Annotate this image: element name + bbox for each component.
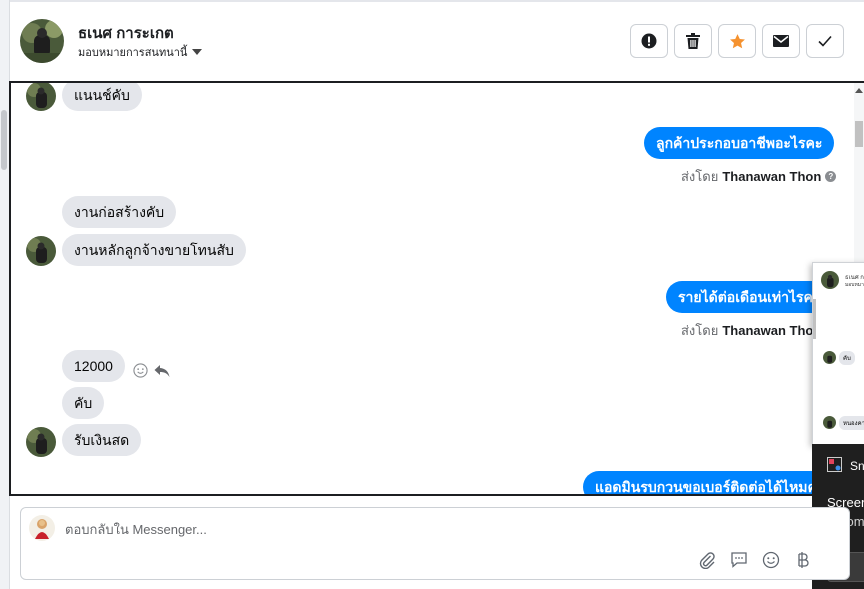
star-button[interactable] [718, 24, 756, 58]
assign-label: มอบหมายการสนทนานี้ [78, 47, 188, 59]
preview-avatar [823, 416, 836, 429]
reply-composer [20, 507, 850, 580]
reply-icon[interactable] [154, 364, 170, 378]
sent-by-prefix: ส่งโดย [681, 323, 719, 338]
preview-sub: มอบหมา [845, 282, 864, 288]
caret-down-icon [192, 49, 203, 55]
attach-button[interactable] [697, 550, 717, 570]
incoming-message[interactable]: งานหลักลูกจ้างขายโทนสับ [62, 234, 246, 266]
notification-title: Sn [850, 459, 864, 473]
preview-message: คับ [839, 351, 855, 365]
mark-unread-button[interactable] [762, 24, 800, 58]
preview-avatar [823, 351, 836, 364]
incoming-message[interactable]: 12000 [62, 350, 125, 382]
sent-by-line: ส่งโดย Thanawan Thon ? [681, 166, 837, 187]
composer-tools [697, 550, 813, 570]
conversation-header: ธเนศ การะเกต มอบหมายการสนทนานี้ [10, 2, 864, 81]
outgoing-message[interactable]: รายได้ต่อเดือนเท่าไรคะ [666, 281, 833, 313]
page-avatar [29, 515, 55, 541]
baht-icon [798, 552, 809, 568]
envelope-icon [773, 35, 789, 47]
conversation-preview-popup[interactable]: ธเนศ ก มอบหมา คับ หนองคา [812, 262, 864, 445]
contact-avatar-small [26, 427, 56, 457]
scroll-up-arrow-icon[interactable] [855, 88, 863, 93]
contact-avatar-small [26, 83, 56, 111]
outgoing-message[interactable]: ลูกค้าประกอบอาชีพอะไรคะ [644, 127, 835, 159]
outgoing-message[interactable]: แอดมินรบกวนขอเบอร์ติดต่อได้ไหมคะ [583, 471, 837, 494]
paperclip-icon [699, 552, 715, 569]
incoming-message[interactable]: รับเงินสด [62, 424, 142, 456]
alert-icon [641, 33, 657, 49]
mark-done-button[interactable] [806, 24, 844, 58]
trash-icon [686, 33, 700, 49]
star-icon [729, 33, 745, 48]
incoming-message[interactable]: คับ [62, 387, 105, 419]
payment-button[interactable] [793, 550, 813, 570]
message-tools [133, 363, 170, 378]
sent-by-prefix: ส่งโดย [681, 169, 719, 184]
snipping-tool-icon [827, 457, 842, 472]
delete-button[interactable] [674, 24, 712, 58]
spam-button[interactable] [630, 24, 668, 58]
contact-avatar-small [26, 236, 56, 266]
left-scrollbar-thumb[interactable] [1, 110, 7, 170]
saved-replies-button[interactable] [729, 550, 749, 570]
header-actions [630, 24, 844, 58]
message-thread[interactable]: แนนช์คับ ลูกค้าประกอบอาชีพอะไรคะ ส่งโดย … [9, 81, 864, 496]
reply-input[interactable] [65, 519, 665, 539]
incoming-message[interactable]: แนนช์คับ [62, 83, 142, 111]
agent-name: Thanawan Thon [722, 323, 822, 338]
chat-bubble-icon [731, 552, 747, 568]
contact-name: ธเนศ การะเกต [78, 25, 174, 42]
preview-message: หนองคา [839, 416, 864, 430]
preview-scrollbar [813, 299, 816, 339]
react-emoji-icon[interactable] [133, 363, 148, 378]
emoji-icon [762, 551, 780, 569]
messenger-inbox-window: ธเนศ การะเกต มอบหมายการสนทนานี้ แนนช์คับ… [0, 0, 864, 589]
sent-by-line: ส่งโดย Thanawan Thon [681, 320, 821, 341]
thread-scrollbar-thumb[interactable] [855, 121, 863, 147]
incoming-message[interactable]: งานก่อสร้างคับ [62, 196, 177, 228]
contact-avatar[interactable] [20, 19, 64, 63]
emoji-button[interactable] [761, 550, 781, 570]
check-icon [818, 35, 832, 47]
help-icon[interactable]: ? [825, 171, 837, 182]
agent-name: Thanawan Thon [722, 169, 822, 184]
preview-avatar [821, 271, 839, 289]
assign-conversation-dropdown[interactable]: มอบหมายการสนทนานี้ [78, 43, 203, 61]
